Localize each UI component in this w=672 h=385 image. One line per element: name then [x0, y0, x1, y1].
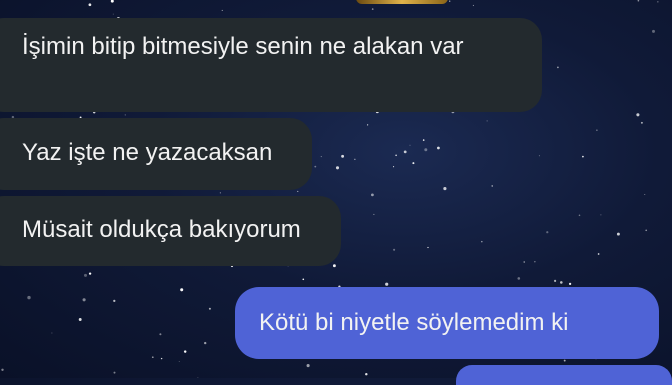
star: [88, 272, 92, 275]
star: [409, 144, 411, 146]
star: [208, 307, 211, 310]
received-message-bubble[interactable]: İşimin bitip bitmesiyle senin ne alakan …: [0, 18, 542, 112]
star: [332, 264, 336, 268]
star: [582, 155, 584, 158]
star: [297, 190, 299, 192]
star: [472, 4, 474, 7]
star: [554, 279, 557, 282]
star: [178, 361, 180, 362]
star: [124, 114, 126, 116]
star: [560, 281, 563, 284]
star: [523, 261, 525, 263]
received-message-bubble[interactable]: Müsait oldukça bakıyorum: [0, 196, 341, 266]
star: [88, 3, 92, 7]
star: [354, 158, 356, 160]
star: [373, 213, 375, 215]
star: [534, 261, 536, 263]
star: [597, 253, 600, 255]
star: [393, 248, 396, 251]
star: [82, 298, 86, 302]
star: [538, 155, 540, 157]
star: [151, 356, 154, 359]
star: [427, 246, 429, 249]
star: [652, 29, 655, 33]
star: [180, 288, 184, 292]
star: [481, 240, 483, 243]
star: [424, 148, 428, 152]
star: [616, 232, 620, 236]
star: [596, 129, 598, 131]
star: [1, 368, 4, 372]
star: [371, 8, 374, 10]
star: [365, 372, 368, 376]
star: [486, 120, 488, 122]
star: [443, 187, 447, 191]
star: [640, 121, 643, 124]
star: [112, 13, 114, 15]
message-text: İşimin bitip bitmesiyle senin ne alakan …: [22, 33, 464, 60]
star: [412, 162, 415, 165]
star: [403, 150, 407, 154]
star: [113, 299, 116, 303]
star: [636, 113, 640, 117]
star: [393, 166, 395, 168]
star: [491, 185, 493, 187]
star: [563, 359, 566, 362]
star: [568, 282, 572, 286]
star: [219, 192, 221, 194]
star: [160, 357, 163, 360]
star: [306, 364, 310, 368]
star: [204, 341, 207, 345]
star: [371, 193, 374, 197]
message-text: Yaz işte ne yazacaksan: [22, 139, 273, 166]
star: [83, 273, 88, 277]
star: [221, 9, 223, 11]
sent-message-bubble-partial[interactable]: [456, 365, 672, 385]
star: [546, 231, 549, 234]
star: [449, 0, 451, 2]
star: [657, 1, 659, 3]
star: [637, 0, 640, 2]
message-text: Kötü bi niyetle söylemedim ki: [259, 309, 569, 336]
message-text: Müsait oldukça bakıyorum: [22, 216, 301, 243]
star: [335, 166, 340, 170]
star: [517, 277, 521, 280]
star: [578, 214, 581, 217]
header-ornament: [356, 0, 448, 4]
star: [314, 165, 317, 168]
star: [78, 318, 82, 321]
star: [320, 156, 322, 158]
star: [110, 0, 114, 3]
received-message-bubble[interactable]: Yaz işte ne yazacaksan: [0, 118, 313, 190]
sent-message-bubble[interactable]: Kötü bi niyetle söylemedim ki: [235, 287, 659, 359]
star: [644, 194, 646, 195]
star: [437, 146, 440, 150]
star: [341, 154, 345, 158]
star: [367, 124, 369, 126]
star: [557, 66, 559, 69]
star: [385, 282, 389, 286]
star: [159, 333, 162, 336]
star: [113, 371, 116, 374]
star: [395, 154, 397, 157]
star: [302, 278, 305, 281]
star: [183, 350, 187, 353]
star: [422, 139, 425, 141]
star: [51, 332, 53, 334]
star: [645, 229, 648, 232]
star: [27, 295, 31, 300]
star: [600, 214, 602, 216]
